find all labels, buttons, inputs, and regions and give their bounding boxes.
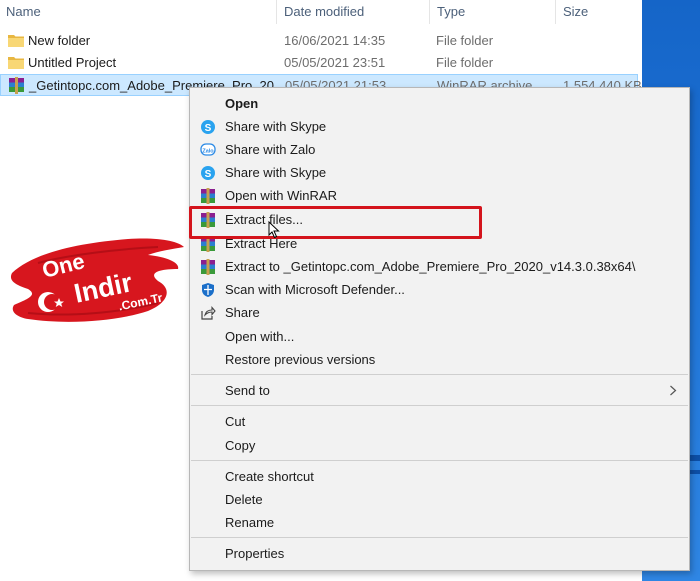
- menu-item-open-with-winrar[interactable]: Open with WinRAR: [190, 184, 689, 207]
- menu-item-delete[interactable]: Delete: [190, 488, 689, 511]
- defender-icon: [202, 283, 214, 297]
- menu-item-label: Extract to _Getintopc.com_Adobe_Premiere…: [225, 259, 636, 274]
- menu-item-label: Properties: [225, 546, 285, 561]
- context-menu: Open S Share with Skype Zalo Share with …: [189, 87, 690, 571]
- menu-separator: [191, 405, 688, 406]
- file-type: File folder: [436, 55, 494, 70]
- menu-item-open[interactable]: Open: [190, 92, 689, 115]
- menu-item-rename[interactable]: Rename: [190, 511, 689, 534]
- column-header-type[interactable]: Type: [431, 3, 465, 21]
- menu-item-label: Open with...: [225, 329, 295, 344]
- mouse-cursor-icon: [268, 221, 280, 239]
- menu-separator: [191, 460, 688, 461]
- file-row-new-folder[interactable]: New folder 16/06/2021 14:35 File folder: [0, 30, 638, 52]
- menu-item-scan-with-defender[interactable]: Scan with Microsoft Defender...: [190, 278, 689, 301]
- file-date: 16/06/2021 14:35: [284, 33, 386, 48]
- menu-item-cut[interactable]: Cut: [190, 410, 689, 433]
- winrar-icon: [9, 77, 24, 94]
- menu-item-share-with-skype-2[interactable]: S Share with Skype: [190, 161, 689, 184]
- chevron-right-icon: [670, 385, 677, 396]
- menu-item-label: Copy: [225, 438, 256, 453]
- menu-item-label: Rename: [225, 515, 275, 530]
- menu-item-label: Share with Zalo: [225, 142, 316, 157]
- file-type: File folder: [436, 33, 494, 48]
- svg-text:S: S: [205, 169, 212, 180]
- menu-item-extract-to-folder[interactable]: Extract to _Getintopc.com_Adobe_Premiere…: [190, 255, 689, 278]
- winrar-icon: [201, 259, 215, 275]
- winrar-icon: [201, 188, 215, 204]
- menu-item-share-with-zalo[interactable]: Zalo Share with Zalo: [190, 138, 689, 161]
- menu-item-create-shortcut[interactable]: Create shortcut: [190, 465, 689, 488]
- menu-item-open-with[interactable]: Open with...: [190, 325, 689, 348]
- svg-text:S: S: [205, 123, 212, 134]
- menu-item-label: Open: [225, 96, 259, 111]
- folder-icon: [8, 57, 24, 69]
- menu-item-share[interactable]: Share: [190, 301, 689, 324]
- menu-item-label: Share: [225, 305, 260, 320]
- menu-item-label: Cut: [225, 414, 246, 429]
- menu-item-label: Scan with Microsoft Defender...: [225, 282, 405, 297]
- menu-item-label: Restore previous versions: [225, 352, 376, 367]
- file-name: Untitled Project: [28, 55, 117, 70]
- menu-separator: [191, 537, 688, 538]
- column-header-name[interactable]: Name: [0, 3, 41, 21]
- folder-icon: [8, 35, 24, 47]
- menu-separator: [191, 374, 688, 375]
- column-header-row: Name Date modified Type Size: [0, 0, 642, 24]
- column-divider[interactable]: [276, 0, 277, 24]
- menu-item-share-with-skype[interactable]: S Share with Skype: [190, 115, 689, 138]
- menu-item-label: Delete: [225, 492, 263, 507]
- zalo-icon: Zalo: [200, 143, 216, 156]
- file-date: 05/05/2021 23:51: [284, 55, 386, 70]
- menu-item-label: Create shortcut: [225, 469, 314, 484]
- share-icon: [201, 306, 216, 320]
- column-header-size[interactable]: Size: [557, 3, 588, 21]
- column-divider[interactable]: [555, 0, 556, 24]
- menu-item-label: Share with Skype: [225, 165, 327, 180]
- menu-item-restore-previous-versions[interactable]: Restore previous versions: [190, 348, 689, 371]
- column-header-date[interactable]: Date modified: [278, 3, 364, 21]
- svg-text:Zalo: Zalo: [202, 149, 214, 155]
- watermark-logo: One Indir .Com.Tr: [8, 233, 186, 328]
- column-divider[interactable]: [429, 0, 430, 24]
- highlight-box: [189, 206, 482, 239]
- menu-item-label: Share with Skype: [225, 119, 327, 134]
- menu-item-label: Open with WinRAR: [225, 188, 337, 203]
- menu-item-copy[interactable]: Copy: [190, 434, 689, 457]
- menu-item-properties[interactable]: Properties: [190, 542, 689, 565]
- skype-icon: S: [201, 166, 215, 180]
- menu-item-send-to[interactable]: Send to: [190, 379, 689, 402]
- file-name: New folder: [28, 33, 91, 48]
- menu-item-label: Send to: [225, 383, 270, 398]
- skype-icon: S: [201, 120, 215, 134]
- file-row-untitled-project[interactable]: Untitled Project 05/05/2021 23:51 File f…: [0, 52, 638, 74]
